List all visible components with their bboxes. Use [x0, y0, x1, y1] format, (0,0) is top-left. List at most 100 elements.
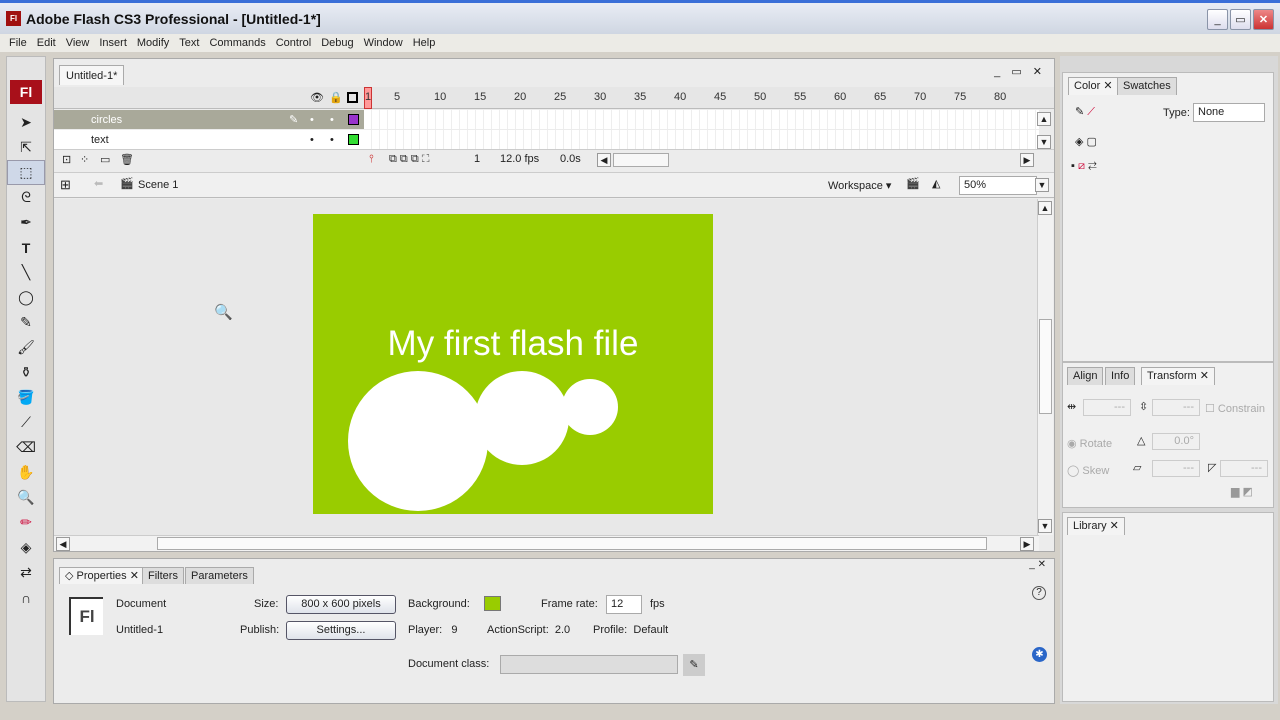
ink-bottle-icon[interactable]: ⚱	[7, 360, 45, 385]
accessibility-icon[interactable]: ✱	[1032, 647, 1047, 662]
frame-number[interactable]: 35	[634, 91, 646, 103]
frame-number[interactable]: 1	[365, 91, 371, 103]
subselection-icon[interactable]: ⇱	[7, 135, 45, 160]
frame-number[interactable]: 40	[674, 91, 686, 103]
background-color-swatch[interactable]	[484, 596, 501, 611]
frame-rate-input[interactable]: 12	[606, 595, 642, 614]
frame-number[interactable]: 55	[794, 91, 806, 103]
menu-edit[interactable]: Edit	[32, 34, 61, 52]
rotate-input[interactable]: 0.0°	[1152, 433, 1200, 450]
zoom-dropdown[interactable]: ▼	[1035, 178, 1049, 192]
frame-number[interactable]: 30	[594, 91, 606, 103]
tab-color[interactable]: Color ✕	[1068, 77, 1119, 95]
help-icon[interactable]: ?	[1032, 586, 1046, 600]
swap-colors-icon[interactable]: ⇄	[7, 560, 45, 585]
tab-info[interactable]: Info	[1105, 367, 1136, 385]
stage[interactable]: My first flash file	[313, 214, 713, 514]
vertical-scrollbar[interactable]: ▲ ▼	[1037, 199, 1053, 535]
tab-filters[interactable]: Filters	[142, 567, 184, 584]
scene-name[interactable]: Scene 1	[138, 179, 178, 191]
frame-number[interactable]: 45	[714, 91, 726, 103]
pen-icon[interactable]: ✒	[7, 210, 45, 235]
pasteboard[interactable]: My first flash file 🔍	[54, 199, 1039, 535]
fill-color-icon[interactable]: ◈	[7, 535, 45, 560]
brush-icon[interactable]: 🖌	[7, 335, 45, 360]
frames-circles[interactable]	[364, 110, 1039, 129]
minimize-button[interactable]: _	[1207, 9, 1228, 30]
panel-controls[interactable]: _ ✕	[1029, 559, 1046, 570]
add-motion-guide-icon[interactable]: ⁘	[80, 153, 89, 166]
menu-help[interactable]: Help	[408, 34, 441, 52]
insert-folder-icon[interactable]: ▭	[100, 153, 110, 166]
zoom-icon[interactable]: 🔍	[7, 485, 45, 510]
snap-icon[interactable]: ∩	[7, 585, 45, 610]
frame-number[interactable]: 75	[954, 91, 966, 103]
eye-icon[interactable]: 👁	[310, 91, 324, 104]
edit-class-pencil-icon[interactable]: ✎	[683, 654, 705, 676]
close-button[interactable]: ✕	[1253, 9, 1274, 30]
height-input[interactable]: ---	[1152, 399, 1200, 416]
circle-medium[interactable]	[475, 371, 569, 465]
scroll-left-button[interactable]: ◀	[597, 153, 611, 167]
document-tab[interactable]: Untitled-1*	[59, 65, 125, 85]
pencil-icon[interactable]: ✎	[7, 310, 45, 335]
constrain-checkbox[interactable]: ☐ Constrain	[1205, 402, 1265, 415]
frame-number[interactable]: 10	[434, 91, 446, 103]
onion-skin-icons[interactable]: ⧉ ⧉ ⧉ ⛶	[389, 153, 429, 166]
skew-v-input[interactable]: ---	[1220, 460, 1268, 477]
layer-color[interactable]	[348, 114, 359, 125]
frame-number[interactable]: 5	[394, 91, 400, 103]
text-icon[interactable]: T	[7, 235, 45, 260]
scroll-down-button[interactable]: ▼	[1037, 135, 1051, 149]
lock-icon[interactable]: 🔒	[329, 91, 343, 104]
color-swap-icons[interactable]: ▪ ⧄ ⇄	[1071, 160, 1097, 173]
tab-transform[interactable]: Transform ✕	[1141, 367, 1215, 385]
frame-number[interactable]: 20	[514, 91, 526, 103]
outline-icon[interactable]	[347, 92, 358, 103]
layer-row-circles[interactable]: circles ✎ • •	[54, 110, 364, 129]
document-controls[interactable]: _ ▭ ✕	[994, 65, 1046, 78]
menu-file[interactable]: File	[4, 34, 32, 52]
frame-number[interactable]: 65	[874, 91, 886, 103]
circle-large[interactable]	[348, 371, 488, 511]
line-icon[interactable]: ╲	[7, 260, 45, 285]
eyedropper-icon[interactable]: ⟋	[7, 410, 45, 435]
layer-row-text[interactable]: text • •	[54, 130, 364, 149]
circle-small[interactable]	[562, 379, 618, 435]
center-frame-icon[interactable]: ⫯	[369, 153, 374, 166]
oval-icon[interactable]: ◯	[7, 285, 45, 310]
tab-parameters[interactable]: Parameters	[185, 567, 254, 584]
hand-icon[interactable]: ✋	[7, 460, 45, 485]
frame-number[interactable]: 15	[474, 91, 486, 103]
frame-number[interactable]: 60	[834, 91, 846, 103]
tab-swatches[interactable]: Swatches	[1117, 77, 1177, 95]
tab-properties[interactable]: ◇ Properties ✕	[59, 567, 145, 584]
menu-commands[interactable]: Commands	[204, 34, 270, 52]
tab-library[interactable]: Library ✕	[1067, 517, 1125, 535]
menu-insert[interactable]: Insert	[94, 34, 132, 52]
scroll-right-button[interactable]: ▶	[1020, 153, 1034, 167]
stroke-color-icon[interactable]: ✎ ⟋	[1075, 105, 1095, 119]
timeline-scroll-thumb[interactable]	[613, 153, 669, 167]
menu-debug[interactable]: Debug	[316, 34, 358, 52]
width-input[interactable]: ---	[1083, 399, 1131, 416]
maximize-button[interactable]: ▭	[1230, 9, 1251, 30]
settings-button[interactable]: Settings...	[286, 621, 396, 640]
scroll-up-button[interactable]: ▲	[1037, 112, 1051, 126]
frame-number[interactable]: 70	[914, 91, 926, 103]
frame-number[interactable]: 50	[754, 91, 766, 103]
menu-modify[interactable]: Modify	[132, 34, 174, 52]
zoom-field[interactable]: 50%	[959, 176, 1037, 195]
frame-number[interactable]: 25	[554, 91, 566, 103]
selection-icon[interactable]: ➤	[7, 110, 45, 135]
frames-text[interactable]	[364, 130, 1039, 149]
type-select[interactable]: None	[1193, 103, 1265, 122]
stroke-color-icon[interactable]: ✏	[7, 510, 45, 535]
edit-symbols-icon[interactable]: ◭	[932, 177, 940, 190]
menu-text[interactable]: Text	[174, 34, 204, 52]
size-button[interactable]: 800 x 600 pixels	[286, 595, 396, 614]
document-class-input[interactable]	[500, 655, 678, 674]
menu-window[interactable]: Window	[359, 34, 408, 52]
copy-transform-icons[interactable]: ▆ ◩	[1231, 485, 1253, 498]
edit-scene-icon[interactable]: 🎬	[906, 177, 920, 190]
